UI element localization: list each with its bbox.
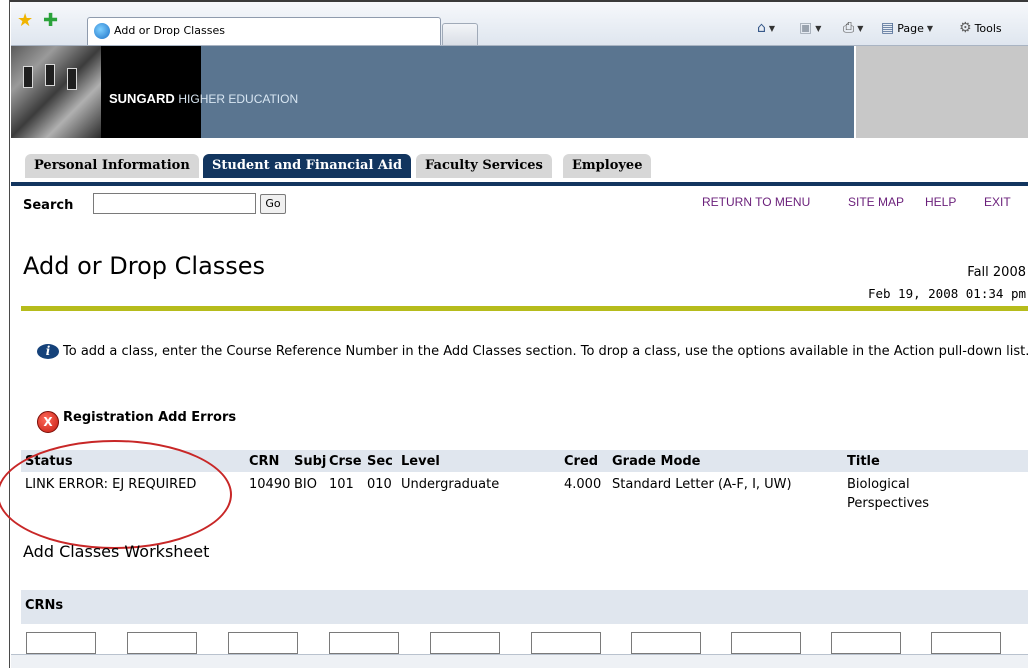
campus-building-photo — [11, 46, 101, 138]
crn-input[interactable] — [931, 632, 1001, 654]
printer-icon: ⎙ — [843, 20, 855, 36]
column-header: Title — [847, 454, 880, 469]
crn-input[interactable] — [127, 632, 197, 654]
crn-label: CRNs — [25, 598, 64, 613]
add-favorites-icon[interactable]: ✚ — [43, 12, 58, 30]
feeds-button[interactable]: ▣ ▼ — [799, 20, 821, 36]
error-sec: 010 — [367, 477, 392, 492]
column-header: Subj — [294, 454, 327, 469]
errors-heading: Registration Add Errors — [63, 410, 237, 425]
tab-personal-information[interactable]: Personal Information — [25, 154, 199, 178]
timestamp: Feb 19, 2008 01:34 pm — [867, 286, 1026, 301]
page-menu-button[interactable]: ▤ Page ▼ — [881, 20, 933, 36]
print-button[interactable]: ⎙ ▼ — [843, 20, 863, 36]
error-icon: X — [37, 411, 59, 433]
error-crn: 10490 — [249, 477, 291, 492]
tools-menu-button[interactable]: ⚙ Tools — [959, 20, 1002, 36]
crn-input[interactable] — [329, 632, 399, 654]
column-header: Level — [401, 454, 440, 469]
page-title: Add or Drop Classes — [23, 252, 266, 280]
favorites-star-icon[interactable]: ★ — [17, 12, 33, 30]
column-header: CRN — [249, 454, 280, 469]
crn-input[interactable] — [531, 632, 601, 654]
crn-input[interactable] — [831, 632, 901, 654]
crn-input[interactable] — [26, 632, 96, 654]
browser-status-bar — [11, 654, 1028, 668]
info-icon: i — [37, 344, 59, 359]
exit-link[interactable]: EXIT — [984, 195, 1011, 209]
error-level: Undergraduate — [401, 477, 500, 492]
column-header: Grade Mode — [612, 454, 701, 469]
error-subj: BIO — [294, 477, 317, 492]
page-menu-label: Page — [897, 21, 924, 35]
chevron-down-icon: ▼ — [815, 23, 822, 33]
crn-input[interactable] — [228, 632, 298, 654]
chevron-down-icon: ▼ — [926, 23, 934, 33]
info-message: To add a class, enter the Course Referen… — [63, 344, 1028, 359]
crn-input[interactable] — [430, 632, 500, 654]
window-frame-left — [0, 0, 10, 668]
return-to-menu-link[interactable]: RETURN TO MENU — [702, 195, 810, 209]
tools-menu-label: Tools — [974, 21, 1002, 35]
building-window — [67, 68, 77, 90]
building-window — [23, 66, 33, 88]
tab-faculty-services[interactable]: Faculty Services — [416, 154, 552, 178]
column-header: Sec — [367, 454, 393, 469]
page-icon: ▤ — [881, 20, 895, 36]
banner-side-panel — [854, 46, 1028, 138]
error-crse: 101 — [329, 477, 354, 492]
column-header: Cred — [564, 454, 599, 469]
column-header: Crse — [329, 454, 362, 469]
term-label: Fall 2008 — [967, 265, 1026, 280]
home-icon: ⌂ — [757, 20, 766, 36]
gear-icon: ⚙ — [959, 20, 972, 36]
go-button[interactable]: Go — [260, 194, 286, 214]
error-grade-mode: Standard Letter (A-F, I, UW) — [612, 477, 792, 492]
chevron-down-icon: ▼ — [768, 23, 776, 33]
browser-viewport: ★ ✚ Add or Drop Classes ⌂ ▼ ▣ ▼ ⎙ ▼ ▤ Page … — [0, 2, 1028, 668]
red-highlight-circle — [0, 440, 232, 549]
help-link[interactable]: HELP — [925, 195, 956, 209]
crn-input[interactable] — [731, 632, 801, 654]
crn-header-band — [21, 590, 1028, 624]
tab-student-financial-aid[interactable]: Student and Financial Aid — [203, 154, 412, 178]
building-window — [45, 64, 55, 86]
browser-tab-title: Add or Drop Classes — [114, 24, 225, 37]
error-cred: 4.000 — [564, 477, 602, 492]
worksheet-title: Add Classes Worksheet — [23, 542, 210, 561]
brand-bold: SUNGARD — [109, 91, 175, 106]
nav-underline — [11, 182, 1028, 186]
brand-rest: HIGHER EDUCATION — [178, 92, 299, 106]
rss-feed-icon: ▣ — [799, 20, 813, 36]
home-button[interactable]: ⌂ ▼ — [757, 20, 775, 36]
institution-banner: SUNGARD HIGHER EDUCATION — [11, 46, 1028, 138]
site-map-link[interactable]: SITE MAP — [848, 195, 904, 209]
search-input[interactable] — [93, 193, 256, 214]
main-nav: Personal Information Student and Financi… — [11, 138, 1028, 184]
error-title: Biological Perspectives — [847, 477, 930, 511]
tab-employee[interactable]: Employee — [563, 154, 652, 178]
new-tab-button[interactable] — [442, 23, 478, 45]
browser-command-bar: ★ ✚ Add or Drop Classes ⌂ ▼ ▣ ▼ ⎙ ▼ ▤ Page … — [11, 2, 1028, 46]
search-label: Search — [23, 198, 74, 213]
crn-input[interactable] — [631, 632, 701, 654]
title-divider — [21, 306, 1028, 311]
chevron-down-icon: ▼ — [857, 23, 864, 33]
ie-page-icon — [94, 23, 110, 39]
browser-tab-active[interactable]: Add or Drop Classes — [87, 17, 441, 45]
sungard-logo: SUNGARD HIGHER EDUCATION — [109, 91, 298, 106]
